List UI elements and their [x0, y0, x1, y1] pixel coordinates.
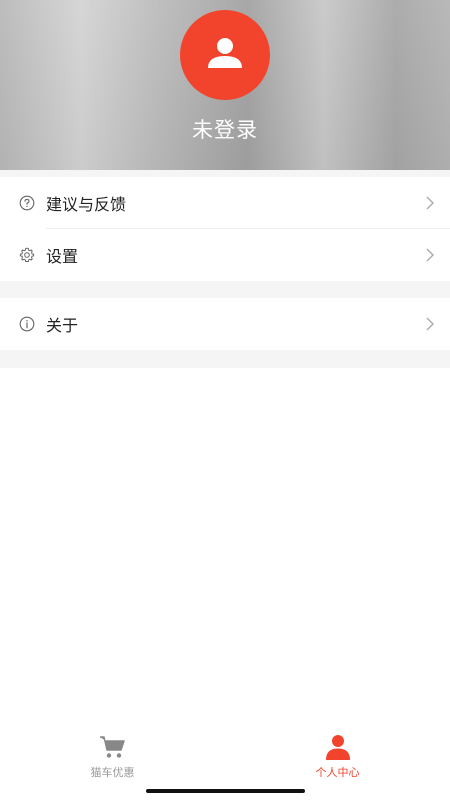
menu-item-label: 设置	[46, 247, 79, 266]
menu-group-1: 建议与反馈 设置	[0, 177, 450, 281]
tab-label: 猫车优惠	[90, 766, 135, 779]
chevron-right-icon	[426, 317, 434, 331]
menu-item-label: 关于	[46, 316, 79, 335]
menu-item-feedback[interactable]: 建议与反馈	[0, 177, 450, 229]
tab-profile[interactable]: 个人中心	[225, 728, 450, 788]
menu-item-settings[interactable]: 设置	[0, 229, 450, 281]
gear-icon	[19, 247, 35, 262]
avatar[interactable]	[180, 10, 270, 100]
menu-item-label: 建议与反馈	[46, 195, 127, 214]
user-icon	[208, 38, 242, 68]
info-circle-icon	[19, 316, 35, 332]
home-indicator	[146, 789, 305, 793]
user-icon	[326, 735, 350, 760]
profile-header: 未登录	[0, 0, 450, 170]
tab-label: 个人中心	[315, 766, 360, 779]
menu-group-2: 关于	[0, 298, 450, 350]
menu-item-about[interactable]: 关于	[0, 298, 450, 350]
cart-icon	[100, 736, 125, 758]
question-circle-icon	[19, 195, 35, 211]
chevron-right-icon	[426, 248, 434, 262]
tab-deals[interactable]: 猫车优惠	[0, 728, 225, 788]
chevron-right-icon	[426, 196, 434, 210]
login-status-text[interactable]: 未登录	[0, 114, 450, 144]
